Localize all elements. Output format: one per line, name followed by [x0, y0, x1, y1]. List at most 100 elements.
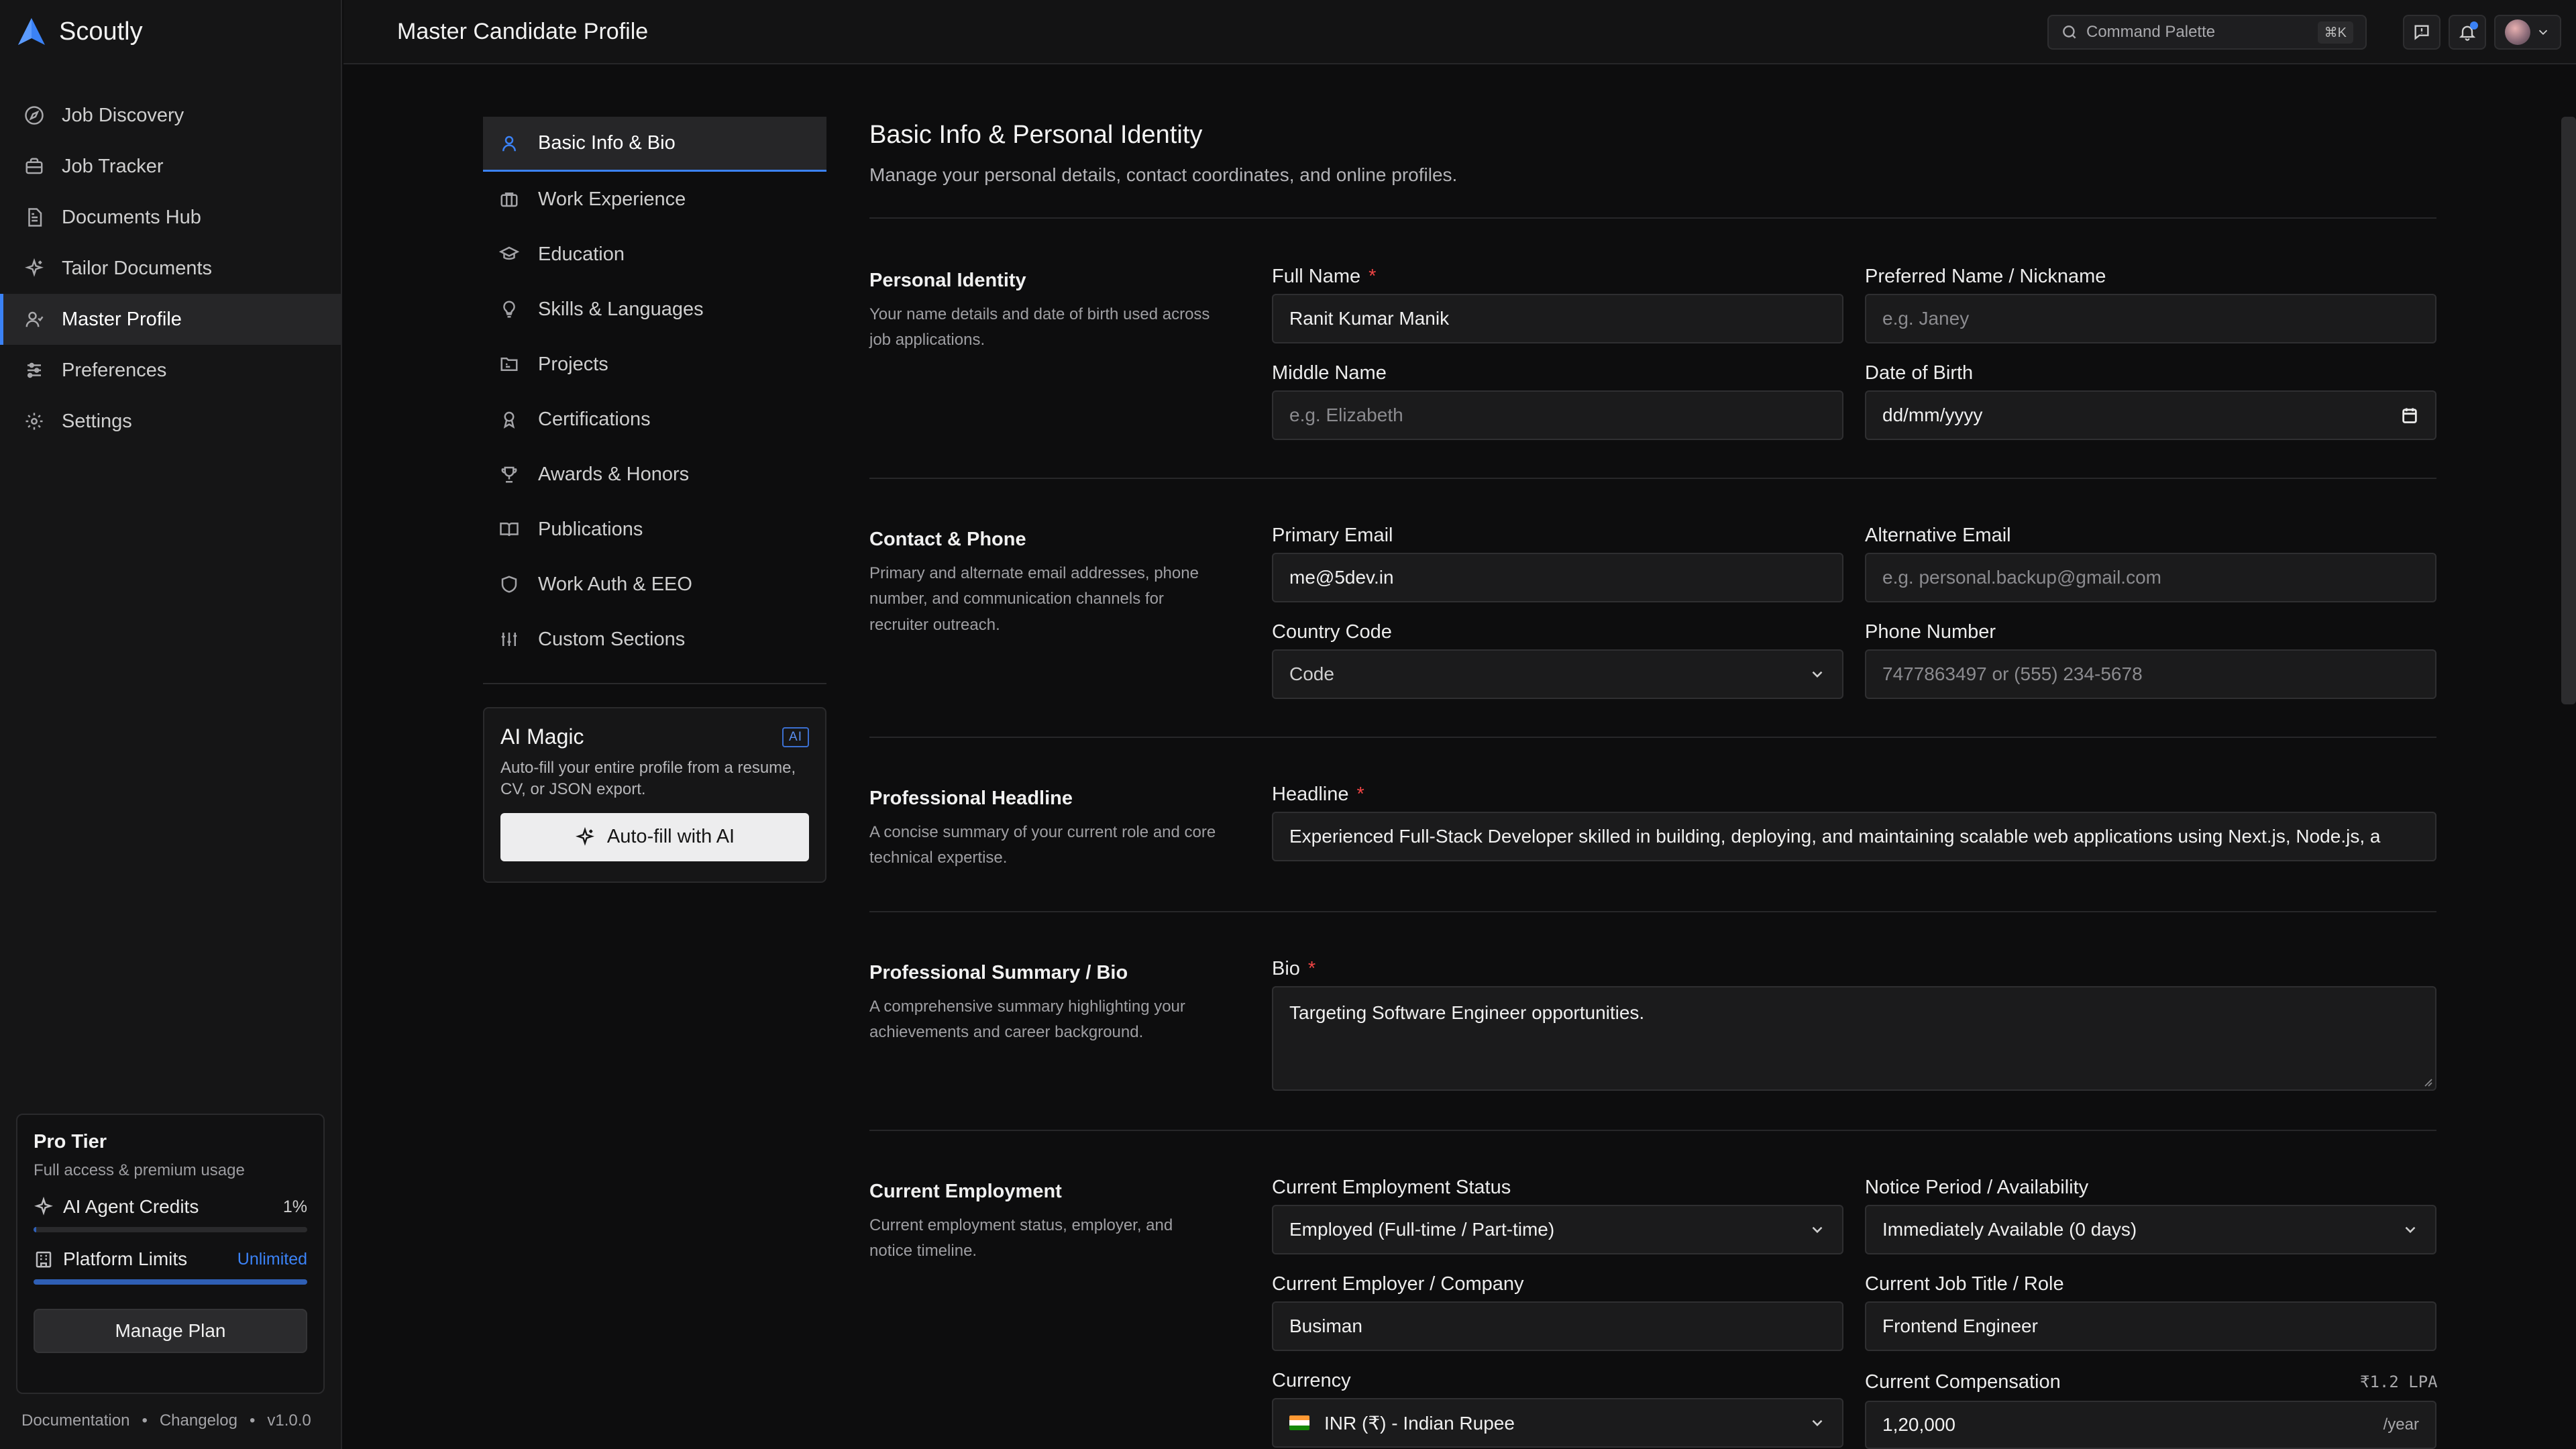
- ai-magic-description: Auto-fill your entire profile from a res…: [500, 759, 796, 799]
- account-menu-button[interactable]: [2494, 15, 2561, 50]
- tab-education[interactable]: Education: [483, 227, 826, 282]
- headline-input[interactable]: Experienced Full-Stack Developer skilled…: [1272, 812, 2436, 861]
- currency-select[interactable]: INR (₹) - Indian Rupee: [1272, 1398, 1843, 1448]
- scrollbar-thumb[interactable]: [2561, 117, 2576, 704]
- message-icon: [2414, 25, 2429, 40]
- sidebar-footer: Documentation • Changelog • v1.0.0: [21, 1411, 311, 1430]
- compensation-value: 1,20,000: [1882, 1414, 1955, 1435]
- tab-basic-info[interactable]: Basic Info & Bio: [483, 117, 826, 172]
- job-title-input[interactable]: Frontend Engineer: [1865, 1301, 2436, 1351]
- tab-publications[interactable]: Publications: [483, 502, 826, 557]
- primary-email-input[interactable]: me@5dev.in: [1272, 553, 1843, 602]
- employer-input[interactable]: Busiman: [1272, 1301, 1843, 1351]
- plan-title: Pro Tier: [34, 1131, 107, 1152]
- compensation-input[interactable]: 1,20,000 /year: [1865, 1401, 2436, 1449]
- command-palette-button[interactable]: Command Palette ⌘K: [2047, 15, 2367, 50]
- sidebar-item-label: Preferences: [62, 359, 167, 381]
- notification-dot: [2470, 21, 2478, 30]
- chevron-down-icon: [1812, 1419, 1823, 1427]
- sidebar: Scoutly Job Discovery Job Tracker Docume…: [0, 0, 342, 1449]
- version-label: v1.0.0: [267, 1411, 311, 1430]
- tab-label: Publications: [538, 518, 643, 540]
- divider: [483, 683, 826, 684]
- sidebar-item-preferences[interactable]: Preferences: [0, 345, 341, 396]
- limits-progress-fill: [34, 1279, 307, 1285]
- sidebar-item-settings[interactable]: Settings: [0, 396, 341, 447]
- full-name-input[interactable]: Ranit Kumar Manik: [1272, 294, 1843, 343]
- notice-period-label: Notice Period / Availability: [1865, 1177, 2089, 1198]
- headline-label: Headline *: [1272, 784, 1364, 805]
- employment-status-value: Employed (Full-time / Part-time): [1289, 1219, 1555, 1240]
- calendar-icon[interactable]: [2400, 406, 2419, 425]
- brand[interactable]: Scoutly: [16, 15, 143, 48]
- dob-input[interactable]: dd/mm/yyyy: [1865, 390, 2436, 440]
- credits-progress-fill: [34, 1227, 37, 1232]
- full-name-label: Full Name *: [1272, 266, 1377, 287]
- divider: [869, 737, 2436, 738]
- avatar: [2505, 19, 2530, 45]
- compensation-label: Current Compensation: [1865, 1371, 2061, 1393]
- middle-name-input[interactable]: e.g. Elizabeth: [1272, 390, 1843, 440]
- briefcase-icon: [23, 155, 46, 178]
- tab-awards-honors[interactable]: Awards & Honors: [483, 447, 826, 502]
- tab-projects[interactable]: Projects: [483, 337, 826, 392]
- book-icon: [500, 523, 519, 537]
- employer-label: Current Employer / Company: [1272, 1273, 1524, 1295]
- alt-email-label: Alternative Email: [1865, 525, 2011, 546]
- sliders-icon: [23, 359, 46, 382]
- employment-status-select[interactable]: Employed (Full-time / Part-time): [1272, 1205, 1843, 1254]
- changelog-link[interactable]: Changelog: [160, 1411, 237, 1430]
- feedback-button[interactable]: [2403, 15, 2440, 50]
- notice-period-select[interactable]: Immediately Available (0 days): [1865, 1205, 2436, 1254]
- auto-fill-ai-button[interactable]: Auto-fill with AI: [500, 812, 809, 861]
- app-name: Scoutly: [59, 17, 143, 46]
- tab-label: Education: [538, 243, 625, 265]
- country-code-select[interactable]: Code: [1272, 649, 1843, 699]
- notifications-button[interactable]: [2449, 15, 2486, 50]
- phone-input[interactable]: 7477863497 or (555) 234-5678: [1865, 649, 2436, 699]
- resize-handle-icon[interactable]: [2422, 1076, 2432, 1087]
- compass-icon: [23, 104, 46, 127]
- main-header: Basic Info & Personal Identity Manage yo…: [869, 121, 2436, 186]
- dob-value: dd/mm/yyyy: [1882, 405, 1983, 425]
- primary-email-label: Primary Email: [1272, 525, 1393, 546]
- ai-badge: AI: [782, 727, 809, 747]
- alt-email-input[interactable]: e.g. personal.backup@gmail.com: [1865, 553, 2436, 602]
- chevron-down-icon: [1812, 671, 1823, 678]
- credits-row: AI Agent Credits 1%: [34, 1196, 307, 1218]
- sidebar-item-master-profile[interactable]: Master Profile: [0, 294, 341, 345]
- credits-progress-bar: [34, 1227, 307, 1232]
- limits-row: Platform Limits Unlimited: [34, 1248, 307, 1270]
- tab-skills-languages[interactable]: Skills & Languages: [483, 282, 826, 337]
- search-icon: [2063, 25, 2076, 39]
- tab-label: Work Experience: [538, 188, 686, 210]
- document-icon: [23, 206, 46, 229]
- employment-status-label: Current Employment Status: [1272, 1177, 1511, 1198]
- tab-certifications[interactable]: Certifications: [483, 392, 826, 447]
- bio-textarea[interactable]: Targeting Software Engineer opportunitie…: [1272, 986, 2436, 1091]
- tab-custom-sections[interactable]: Custom Sections: [483, 612, 826, 667]
- sidebar-item-job-discovery[interactable]: Job Discovery: [0, 90, 341, 141]
- divider: [869, 478, 2436, 479]
- tab-work-auth-eeo[interactable]: Work Auth & EEO: [483, 557, 826, 612]
- sidebar-item-tailor-documents[interactable]: Tailor Documents: [0, 243, 341, 294]
- sidebar-item-label: Job Discovery: [62, 104, 184, 126]
- tab-label: Certifications: [538, 408, 651, 430]
- tab-label: Basic Info & Bio: [538, 132, 676, 154]
- documentation-link[interactable]: Documentation: [21, 1411, 129, 1430]
- nickname-input[interactable]: e.g. Janey: [1865, 294, 2436, 343]
- notice-period-value: Immediately Available (0 days): [1882, 1219, 2137, 1240]
- manage-plan-button[interactable]: Manage Plan: [34, 1309, 307, 1353]
- award-icon: [503, 411, 515, 429]
- sidebar-item-job-tracker[interactable]: Job Tracker: [0, 141, 341, 192]
- profile-section-nav: Basic Info & Bio Work Experience Educati…: [483, 117, 826, 667]
- building-icon: [36, 1251, 52, 1268]
- sparkles-icon: [34, 1197, 53, 1216]
- tab-work-experience[interactable]: Work Experience: [483, 172, 826, 227]
- india-flag-icon: [1289, 1415, 1309, 1430]
- sidebar-item-documents-hub[interactable]: Documents Hub: [0, 192, 341, 243]
- personal-identity-title: Personal Identity: [869, 270, 1026, 291]
- section-heading: Basic Info & Personal Identity: [869, 121, 1203, 149]
- tab-label: Projects: [538, 353, 608, 375]
- currency-value: INR (₹) - Indian Rupee: [1324, 1412, 1515, 1434]
